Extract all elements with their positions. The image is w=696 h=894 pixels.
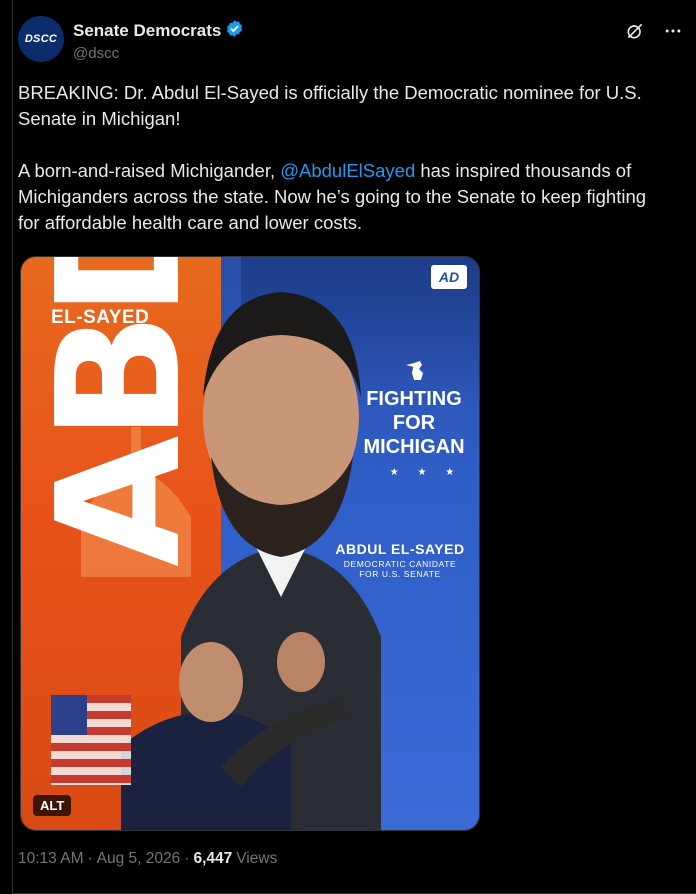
poster-last-name: EL-SAYED — [51, 307, 150, 328]
slogan-line-1: FIGHTING — [366, 388, 462, 410]
avatar-text: DSCC — [24, 33, 58, 45]
mention-link[interactable]: @AbdulElSayed — [280, 160, 415, 181]
verified-badge-icon[interactable] — [225, 19, 244, 43]
tweet-date[interactable]: Aug 5, 2026 — [97, 850, 181, 868]
grok-icon[interactable] — [624, 20, 646, 42]
tweet-paragraph-2: A born-and-raised Michigander, @AbdulElS… — [18, 158, 668, 236]
handle[interactable]: @dscc — [73, 45, 244, 62]
slogan-line-3: MICHIGAN — [363, 436, 465, 458]
american-flag-graphic — [51, 695, 131, 785]
views-label: Views — [236, 850, 278, 867]
paragraph-2-start: A born-and-raised Michigander, — [18, 160, 281, 181]
display-name[interactable]: Senate Democrats — [73, 21, 221, 41]
rally-photos — [121, 632, 351, 830]
michigan-map-icon — [406, 361, 423, 380]
meta-separator-2: · — [184, 850, 190, 867]
nominee-title-line-2: FOR U.S. SENATE — [359, 569, 441, 579]
tweet-time[interactable]: 10:13 AM — [18, 850, 84, 868]
name-row: Senate Democrats — [73, 19, 244, 43]
poster-nominee-title: DEMOCRATIC CANIDATE FOR U.S. SENATE — [325, 559, 475, 579]
campaign-logo: AD — [431, 265, 467, 289]
tweet-header: DSCC Senate Democrats @dscc — [18, 16, 684, 64]
views-count[interactable]: 6,447 — [193, 850, 232, 868]
poster-nominee-name: ABDUL EL-SAYED — [335, 541, 465, 557]
tweet-meta: 10:13 AM · Aug 5, 2026 · 6,447 Views — [18, 850, 277, 868]
meta-separator: · — [87, 850, 93, 867]
slogan-stars: ★ ★ ★ — [389, 467, 463, 478]
avatar[interactable]: DSCC — [18, 16, 64, 62]
tweet-paragraph-1: BREAKING: Dr. Abdul El-Sayed is official… — [18, 82, 642, 129]
alt-text-button[interactable]: ALT — [33, 795, 72, 816]
author-names: Senate Democrats @dscc — [73, 19, 244, 62]
tweet-text: BREAKING: Dr. Abdul El-Sayed is official… — [18, 80, 668, 262]
header-actions — [624, 20, 684, 42]
nominee-title-line-1: DEMOCRATIC CANIDATE — [343, 559, 457, 569]
tweet-image[interactable]: ABDUL EL-SAYED AD FIGHTING FOR MICHIGAN … — [20, 256, 480, 831]
slogan-line-2: FOR — [392, 412, 436, 434]
poster-slogan: FIGHTING FOR MICHIGAN — [359, 387, 469, 459]
more-icon[interactable] — [662, 20, 684, 42]
